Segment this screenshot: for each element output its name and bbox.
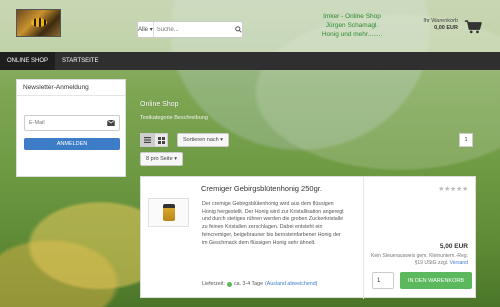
grid-icon bbox=[157, 136, 165, 144]
caret-down-icon: ▾ bbox=[174, 156, 177, 162]
sort-label: Sortieren nach bbox=[182, 137, 219, 143]
list-icon bbox=[143, 137, 151, 143]
per-page-label: 8 pro Seite bbox=[146, 156, 173, 162]
header: Alle ▾ Imker - Online Shop Jürgen Schama… bbox=[0, 0, 500, 52]
newsletter-email-field bbox=[24, 115, 120, 131]
view-toggle bbox=[140, 133, 168, 147]
divider bbox=[363, 177, 364, 299]
page-number[interactable]: 1 bbox=[459, 133, 473, 147]
nav-item-startseite[interactable]: STARTSEITE bbox=[55, 52, 105, 70]
newsletter-title: Newsletter-Anmeldung bbox=[17, 80, 125, 96]
quantity-input[interactable]: 1 bbox=[372, 272, 394, 289]
category-description: Testkategorie Beschreibung bbox=[140, 115, 208, 121]
shipping-link[interactable]: Versand bbox=[450, 260, 468, 266]
search-button[interactable] bbox=[235, 22, 242, 37]
tax-note: Kein Steuerausweis gem. Kleinuntern.-Reg… bbox=[358, 253, 468, 266]
page-title: Online Shop bbox=[140, 101, 179, 108]
tagline-line-1: Imker - Online Shop bbox=[323, 13, 381, 20]
product-description: Der cremige Gebirgsblütenhonig wird aus … bbox=[202, 201, 344, 246]
cart-amount: 0,00 EUR bbox=[434, 25, 458, 31]
delivery-info: Lieferzeit: ca. 3-4 Tage (Ausland abweic… bbox=[202, 281, 317, 287]
delivery-time: ca. 3-4 Tage bbox=[233, 281, 264, 287]
delivery-abroad-link[interactable]: (Ausland abweichend) bbox=[265, 281, 317, 287]
rating-stars: ★★★★★ bbox=[438, 186, 468, 193]
shop-tagline: Imker - Online Shop Jürgen Schamagl. Hon… bbox=[312, 12, 392, 39]
search-input[interactable] bbox=[153, 22, 235, 37]
tagline-line-2: Jürgen Schamagl. bbox=[325, 22, 379, 29]
subscribe-button[interactable]: ANMELDEN bbox=[24, 138, 120, 150]
search-category-select[interactable]: Alle ▾ bbox=[138, 22, 154, 37]
envelope-icon bbox=[107, 120, 115, 126]
grid-view-button[interactable] bbox=[154, 133, 168, 147]
tagline-line-3: Honig und mehr........ bbox=[321, 31, 383, 38]
cart-summary[interactable]: Ihr Warenkorb 0,00 EUR bbox=[400, 18, 458, 32]
chevron-down-icon: ▾ bbox=[149, 27, 153, 33]
add-to-cart-label: IN DEN WARENKORB bbox=[407, 277, 465, 284]
delivery-label: Lieferzeit: bbox=[202, 281, 225, 287]
cart-label: Ihr Warenkorb bbox=[423, 18, 458, 24]
shopping-cart-icon[interactable] bbox=[464, 19, 482, 34]
bee-icon bbox=[31, 18, 47, 27]
availability-dot-icon bbox=[226, 281, 232, 287]
list-view-button[interactable] bbox=[140, 133, 154, 147]
email-input[interactable] bbox=[25, 120, 107, 126]
product-price: 5,00 EUR bbox=[439, 243, 468, 250]
search-bar: Alle ▾ bbox=[137, 21, 243, 38]
nav-item-online-shop[interactable]: ONLINE SHOP bbox=[0, 52, 56, 70]
product-title[interactable]: Cremiger Gebirgsblütenhonig 250gr. bbox=[201, 184, 322, 193]
honey-jar-icon bbox=[162, 204, 175, 221]
product-image[interactable] bbox=[148, 198, 189, 227]
per-page-dropdown[interactable]: 8 pro Seite ▾ bbox=[140, 152, 183, 166]
main-navigation: ONLINE SHOP STARTSEITE bbox=[0, 52, 500, 70]
tax-note-line-2: §19 UStG zzgl. bbox=[414, 259, 449, 266]
search-icon bbox=[235, 26, 242, 33]
sort-dropdown[interactable]: Sortieren nach ▾ bbox=[177, 133, 229, 147]
search-category-label: Alle bbox=[138, 26, 149, 33]
product-card: Cremiger Gebirgsblütenhonig 250gr. Der c… bbox=[140, 176, 476, 299]
add-to-cart-button[interactable]: IN DEN WARENKORB bbox=[400, 272, 472, 289]
caret-down-icon: ▾ bbox=[220, 137, 224, 143]
newsletter-box: Newsletter-Anmeldung ANMELDEN bbox=[16, 79, 126, 177]
logo[interactable] bbox=[16, 9, 61, 37]
